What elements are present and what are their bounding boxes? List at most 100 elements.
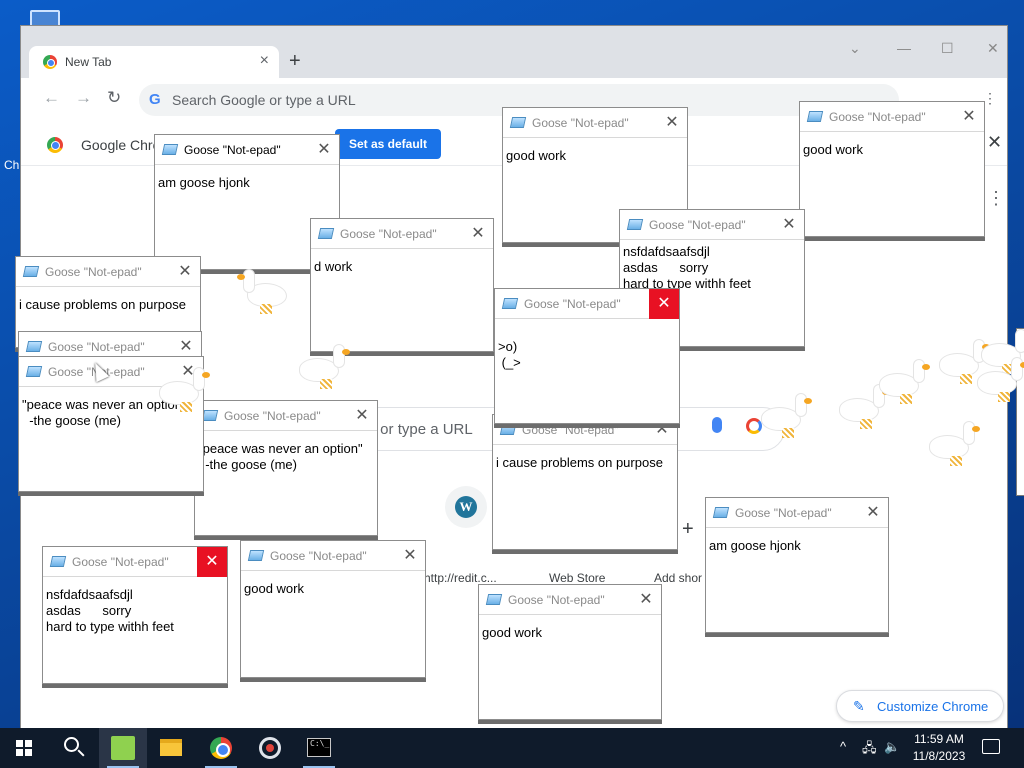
taskbar-clock[interactable]: 11:59 AM 11/8/2023: [906, 731, 972, 765]
add-shortcut-icon[interactable]: +: [682, 518, 694, 541]
close-window-button[interactable]: ✕: [987, 40, 999, 57]
shortcut-label[interactable]: Web Store: [549, 571, 605, 585]
close-icon[interactable]: ✕: [954, 102, 984, 132]
notepad-titlebar[interactable]: Goose "Not-epad" ✕: [155, 135, 339, 165]
notepad-window[interactable]: Goose "Not-epad" ✕ nsfdafdsaafsdjl asdas …: [42, 546, 228, 684]
taskbar-goose-app[interactable]: [99, 728, 147, 768]
search-button[interactable]: [50, 728, 98, 768]
notification-center-icon[interactable]: [982, 739, 1000, 754]
infobar-close-icon[interactable]: ✕: [987, 132, 1002, 153]
notepad-window[interactable]: Goose "Not-epad" ✕ good work: [799, 101, 985, 237]
voice-search-icon[interactable]: [712, 417, 722, 433]
close-icon[interactable]: ✕: [858, 498, 888, 528]
notepad-text[interactable]: nsfdafdsaafsdjl asdas sorry hard to type…: [620, 240, 804, 292]
notepad-titlebar[interactable]: Goose "Not-epad" ✕: [503, 108, 687, 138]
notepad-titlebar[interactable]: Goose "Not-epad" ✕: [311, 219, 493, 249]
close-icon[interactable]: ✕: [197, 547, 227, 577]
notepad-icon: [25, 341, 43, 352]
notepad-window[interactable]: Goose "Not-epad" ✕ good work: [478, 584, 662, 720]
notepad-titlebar[interactable]: Goose "Not-epad" ✕: [495, 289, 679, 319]
taskbar-ccleaner[interactable]: [246, 728, 294, 768]
maximize-button[interactable]: ☐: [941, 40, 954, 57]
notepad-text[interactable]: d work: [311, 249, 493, 275]
goose-sprite: [978, 358, 1024, 402]
chrome-icon: [210, 737, 232, 759]
clock-time: 11:59 AM: [914, 732, 964, 746]
network-icon[interactable]: 🖧: [862, 739, 877, 761]
close-icon[interactable]: ✕: [170, 257, 200, 287]
close-icon[interactable]: ✕: [463, 219, 493, 249]
notepad-text[interactable]: i cause problems on purpose: [16, 287, 200, 313]
notepad-title: Goose "Not-epad": [224, 409, 321, 423]
taskbar-file-explorer[interactable]: [148, 728, 196, 768]
notepad-title: Goose "Not-epad": [45, 265, 142, 279]
notepad-titlebar[interactable]: Goose "Not-epad" ✕: [479, 585, 661, 615]
close-icon[interactable]: ✕: [347, 401, 377, 431]
notepad-window[interactable]: Goose "Not-epad" ✕ d work: [310, 218, 494, 352]
close-icon[interactable]: ✕: [309, 135, 339, 165]
show-hidden-icons-chevron-icon[interactable]: ^: [840, 739, 846, 754]
notepad-titlebar[interactable]: Goose "Not-epad" ✕: [620, 210, 804, 240]
ntp-menu-icon[interactable]: ⋮: [987, 188, 1005, 209]
back-arrow-icon[interactable]: ←: [43, 88, 60, 108]
notepad-text[interactable]: good work: [503, 138, 687, 164]
customize-chrome-button[interactable]: ✎ Customize Chrome: [836, 690, 1004, 722]
reload-icon[interactable]: ↻: [107, 88, 121, 108]
close-icon[interactable]: ✕: [649, 289, 679, 319]
notepad-text[interactable]: >o) (_>: [495, 319, 679, 371]
forward-arrow-icon[interactable]: →: [75, 88, 92, 108]
notepad-text[interactable]: am goose hjonk: [155, 165, 339, 191]
google-g-icon: G: [149, 91, 161, 108]
shortcut-wordpress[interactable]: W: [445, 486, 487, 528]
more-menu-icon[interactable]: ⋮: [983, 90, 997, 107]
customize-chrome-label: Customize Chrome: [877, 699, 989, 714]
notepad-titlebar[interactable]: Goose "Not-epad" ✕: [706, 498, 888, 528]
close-icon[interactable]: ✕: [395, 541, 425, 571]
notepad-titlebar[interactable]: Goose "Not-epad" ✕: [241, 541, 425, 571]
volume-icon[interactable]: 🔈: [884, 739, 900, 755]
close-icon[interactable]: ✕: [631, 585, 661, 615]
notepad-window[interactable]: Goose "Not-epad" ✕ i cause problems on pu…: [492, 414, 678, 550]
taskbar-chrome[interactable]: [197, 728, 245, 768]
new-tab-button[interactable]: +: [289, 50, 301, 73]
notepad-text[interactable]: "peace was never an option" -the goose (…: [195, 431, 377, 473]
minimize-button[interactable]: —: [897, 40, 911, 56]
notepad-icon: [49, 556, 67, 567]
notepad-title: Goose "Not-epad": [340, 227, 437, 241]
clock-date: 11/8/2023: [912, 749, 966, 763]
close-icon[interactable]: ✕: [657, 108, 687, 138]
notepad-text[interactable]: good work: [241, 571, 425, 597]
tab-new-tab[interactable]: New Tab ×: [29, 46, 279, 78]
notepad-icon: [22, 266, 40, 277]
notepad-titlebar[interactable]: Goose "Not-epad" ✕: [16, 257, 200, 287]
notepad-text[interactable]: i cause problems on purpose: [493, 445, 677, 471]
close-icon[interactable]: ✕: [774, 210, 804, 240]
tab-title: New Tab: [65, 55, 112, 69]
desktop-icon-label: Ch: [4, 158, 20, 172]
shortcut-label[interactable]: Add shor: [654, 571, 702, 585]
notepad-titlebar[interactable]: Goose "Not-epad" ✕: [43, 547, 227, 577]
notepad-window[interactable]: Goose "Not-epad" ✕ "peace was never an op…: [194, 400, 378, 536]
start-button[interactable]: [0, 728, 48, 768]
notepad-text[interactable]: nsfdafdsaafsdjl asdas sorry hard to type…: [43, 577, 227, 635]
command-prompt-icon: C:\_: [307, 738, 331, 757]
notepad-titlebar[interactable]: Goose "Not-epad" ✕: [195, 401, 377, 431]
tab-strip: New Tab × + ⌄ — ☐ ✕: [21, 26, 1007, 78]
notepad-text[interactable]: am goose hjonk: [706, 528, 888, 554]
taskbar-command-prompt[interactable]: C:\_: [295, 728, 343, 768]
notepad-icon: [712, 507, 730, 518]
notepad-window-active[interactable]: Goose "Not-epad" ✕ >o) (_>: [494, 288, 680, 424]
tab-close-icon[interactable]: ×: [260, 52, 269, 70]
set-as-default-button[interactable]: Set as default: [335, 129, 441, 159]
shortcut-label[interactable]: http://redit.c...: [424, 571, 497, 585]
notepad-text[interactable]: good work: [800, 132, 984, 158]
windows-logo-icon: [16, 740, 32, 756]
notepad-text[interactable]: good work: [479, 615, 661, 641]
omnibox-placeholder: Search Google or type a URL: [172, 92, 356, 108]
notepad-titlebar[interactable]: Goose "Not-epad" ✕: [800, 102, 984, 132]
google-lens-icon[interactable]: [746, 418, 762, 434]
notepad-window[interactable]: Goose "Not-epad" ✕ good work: [240, 540, 426, 678]
notepad-window[interactable]: Goose "Not-epad" ✕ am goose hjonk: [705, 497, 889, 633]
tab-search-chevron-icon[interactable]: ⌄: [849, 40, 861, 57]
goose-sprite: [237, 270, 286, 314]
